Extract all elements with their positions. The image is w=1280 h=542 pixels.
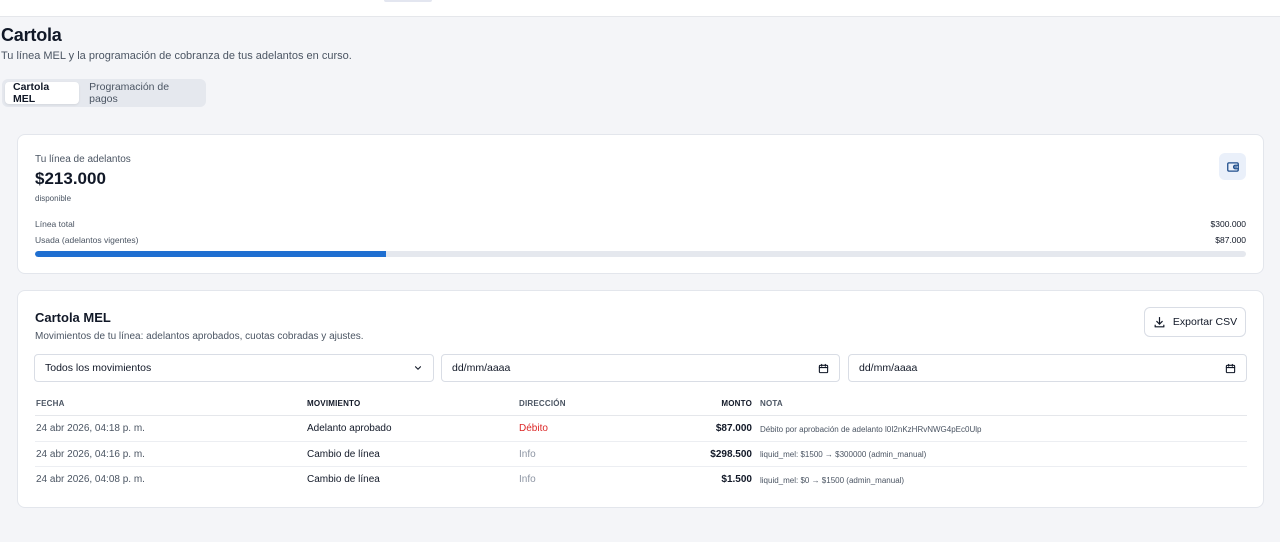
row-nota: liquid_mel: $1500 → $300000 (admin_manua…: [760, 450, 927, 459]
chevron-down-icon: [414, 366, 422, 370]
row-movimiento: Cambio de línea: [307, 474, 380, 485]
wallet-button[interactable]: [1219, 153, 1246, 180]
used-line-label: Usada (adelantos vigentes): [35, 235, 139, 245]
total-line-row: Línea total $300.000: [35, 219, 1246, 229]
row-monto: $1.500: [721, 474, 752, 485]
tab-list: Cartola MEL Programación de pagos: [2, 79, 206, 107]
cartola-subtitle: Movimientos de tu línea: adelantos aprob…: [35, 331, 364, 342]
credit-line-card: Tu línea de adelantos $213.000 disponibl…: [17, 134, 1264, 274]
used-line-value: $87.000: [1215, 235, 1246, 245]
table-row: 24 abr 2026, 04:08 p. m. Cambio de línea…: [35, 467, 1247, 493]
row-monto: $298.500: [710, 448, 752, 460]
total-line-value: $300.000: [1210, 219, 1246, 229]
cartola-title: Cartola MEL: [35, 310, 111, 325]
calendar-icon: [818, 363, 829, 373]
page-subtitle: Tu línea MEL y la programación de cobran…: [1, 50, 352, 62]
column-header-direccion: DIRECCIÓN: [519, 399, 566, 408]
available-amount: $213.000: [35, 169, 106, 188]
usage-progress-fill: [35, 251, 387, 257]
row-direccion: Info: [519, 448, 536, 460]
wallet-icon: [1226, 161, 1239, 172]
date-from-placeholder: dd/mm/aaaa: [452, 362, 511, 374]
used-line-row: Usada (adelantos vigentes) $87.000: [35, 235, 1246, 245]
usage-progress-bar: [35, 251, 1246, 257]
row-direccion: Info: [519, 474, 536, 485]
column-header-nota: NOTA: [760, 399, 783, 408]
row-movimiento: Adelanto aprobado: [307, 423, 392, 434]
download-icon: [1154, 316, 1165, 327]
row-fecha: 24 abr 2026, 04:18 p. m.: [36, 423, 145, 434]
row-fecha: 24 abr 2026, 04:08 p. m.: [36, 474, 145, 485]
page-title: Cartola: [1, 25, 62, 45]
tab-programacion-de-pagos[interactable]: Programación de pagos: [81, 81, 203, 105]
total-line-label: Línea total: [35, 219, 75, 229]
tab-cartola-mel[interactable]: Cartola MEL: [5, 81, 80, 105]
top-navigation-bar: [0, 0, 1280, 17]
cartola-card: Cartola MEL Movimientos de tu línea: ade…: [17, 290, 1264, 508]
column-header-monto: MONTO: [721, 399, 752, 408]
credit-line-label: Tu línea de adelantos: [35, 154, 131, 165]
row-nota: liquid_mel: $0 → $1500 (admin_manual): [760, 475, 905, 485]
row-direccion: Débito: [519, 423, 548, 434]
date-to-placeholder: dd/mm/aaaa: [859, 362, 918, 374]
column-header-fecha: FECHA: [36, 399, 65, 408]
date-from-input[interactable]: dd/mm/aaaa: [441, 354, 840, 382]
row-movimiento: Cambio de línea: [307, 448, 380, 460]
table-row: 24 abr 2026, 04:16 p. m. Cambio de línea…: [35, 442, 1247, 467]
top-nav-active-indicator: [384, 0, 432, 2]
movement-type-select[interactable]: Todos los movimientos: [34, 354, 434, 382]
date-to-input[interactable]: dd/mm/aaaa: [848, 354, 1247, 382]
row-nota: Débito por aprobación de adelanto l0I2nK…: [760, 424, 982, 434]
available-caption: disponible: [35, 194, 72, 203]
row-fecha: 24 abr 2026, 04:16 p. m.: [36, 448, 145, 460]
movements-table: FECHA MOVIMIENTO DIRECCIÓN MONTO NOTA 24…: [35, 395, 1247, 493]
movement-type-value: Todos los movimientos: [45, 362, 152, 374]
table-header-row: FECHA MOVIMIENTO DIRECCIÓN MONTO NOTA: [35, 395, 1247, 416]
export-csv-label: Exportar CSV: [1172, 316, 1238, 328]
calendar-icon: [1225, 363, 1236, 373]
table-row: 24 abr 2026, 04:18 p. m. Adelanto aproba…: [35, 416, 1247, 442]
column-header-movimiento: MOVIMIENTO: [307, 399, 361, 408]
export-csv-button[interactable]: Exportar CSV: [1144, 307, 1246, 337]
row-monto: $87.000: [715, 423, 752, 434]
